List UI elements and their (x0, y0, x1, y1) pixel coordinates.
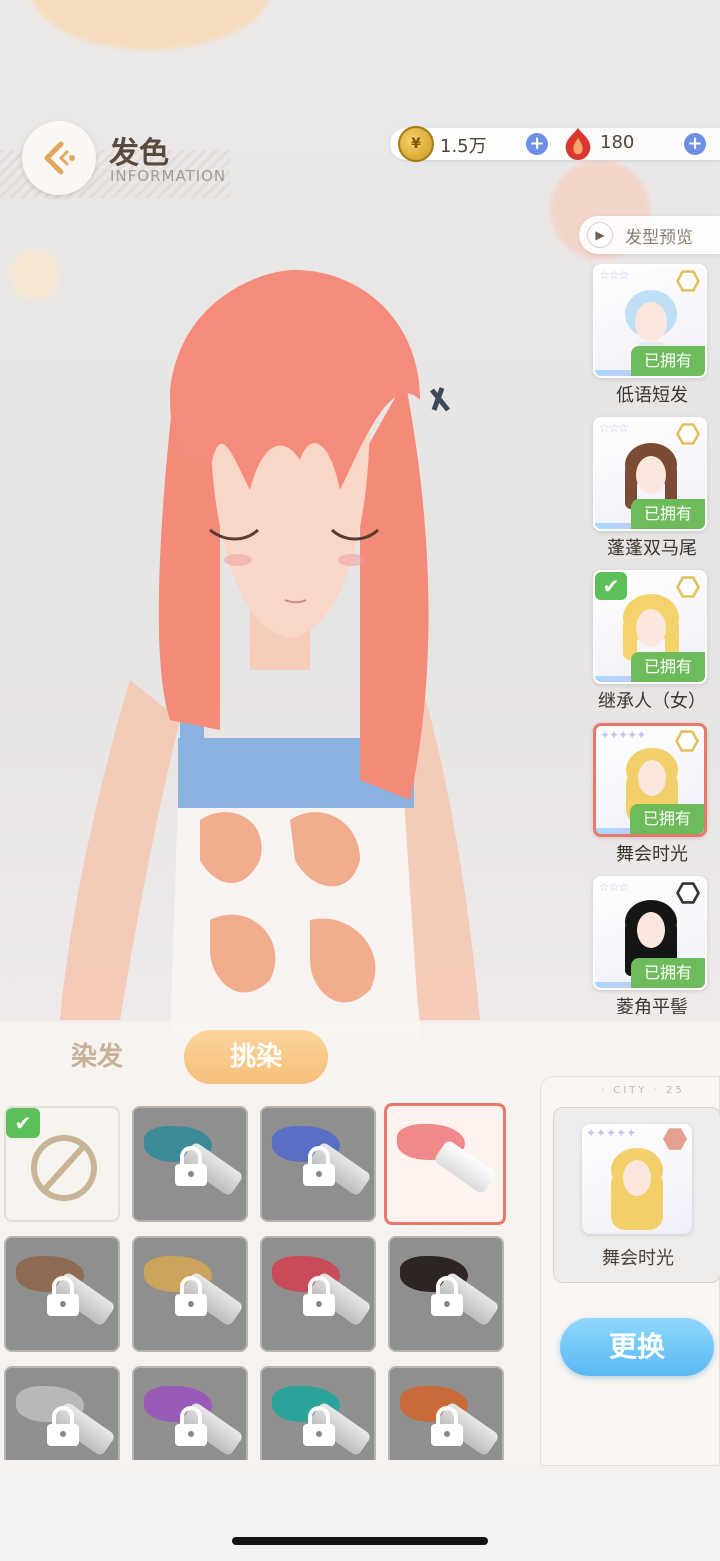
hairstyle-item[interactable]: ☆☆☆ 已拥有 低语短发 (584, 264, 720, 414)
page-subtitle: INFORMATION (110, 167, 227, 185)
selected-style-panel: · CITY · 25 ✦✦✦✦✦ 舞会时光 (540, 1076, 720, 1466)
rarity-stars-icon: ☆☆☆ (599, 421, 629, 435)
bottom-safe-area (0, 1466, 720, 1561)
character-model (60, 270, 480, 1040)
hairstyle-item[interactable]: ✦✦✦✦✦ 已拥有 舞会时光 (584, 723, 720, 873)
lock-icon (47, 1406, 79, 1446)
gem-amount: 180 (600, 132, 635, 153)
swatch-blue[interactable] (260, 1106, 376, 1222)
add-coins-button[interactable]: + (526, 133, 548, 155)
swatch-orange[interactable] (388, 1366, 504, 1460)
hairstyle-card-selected[interactable]: ✦✦✦✦✦ 已拥有 (593, 723, 707, 837)
lock-icon (47, 1276, 79, 1316)
hairstyle-card[interactable]: ☆☆☆ 已拥有 (593, 264, 707, 378)
currency-bar: ¥ 1.5万 + 180 + (390, 126, 720, 162)
hairstyle-card[interactable]: ✔ 已拥有 (593, 570, 707, 684)
owned-badge: 已拥有 (631, 499, 705, 529)
swatch-cyan[interactable] (260, 1366, 376, 1460)
selected-style-name: 舞会时光 (602, 1248, 674, 1269)
coin-icon: ¥ (398, 126, 434, 162)
lock-icon (175, 1146, 207, 1186)
play-icon: ▶ (587, 222, 613, 248)
decor-blob (10, 250, 60, 300)
rarity-stars-icon: ✦✦✦✦✦ (586, 1126, 637, 1140)
hairstyle-portrait (611, 1148, 663, 1230)
rarity-stars-icon: ✦✦✦✦✦ (600, 728, 646, 742)
rarity-stars-icon: ☆☆☆ (599, 268, 629, 282)
swatch-dark[interactable] (388, 1236, 504, 1352)
gem-icon (565, 128, 591, 160)
swatch-pink-active[interactable] (384, 1103, 506, 1225)
lock-icon (431, 1276, 463, 1316)
decor-city-text: · CITY · 25 (601, 1085, 685, 1096)
back-button[interactable] (22, 121, 96, 195)
no-color-icon (31, 1135, 97, 1201)
hairstyle-name: 菱角平髻 (616, 997, 688, 1014)
tab-dye[interactable]: 染发 (42, 1030, 152, 1084)
add-gems-button[interactable]: + (684, 133, 706, 155)
lock-icon (431, 1406, 463, 1446)
swatch-brown[interactable] (4, 1236, 120, 1352)
lock-icon (175, 1276, 207, 1316)
lock-icon (303, 1406, 335, 1446)
swatch-purple[interactable] (132, 1366, 248, 1460)
dye-tabs: 染发 挑染 (0, 1022, 540, 1090)
hairstyle-preview-label: 发型预览 (625, 227, 693, 248)
change-button[interactable]: 更换 (560, 1318, 714, 1376)
hairstyle-name: 继承人（女） (598, 691, 706, 712)
lock-icon (303, 1146, 335, 1186)
rarity-stars-icon: ☆☆☆ (599, 880, 629, 894)
swatch-teal[interactable] (132, 1106, 248, 1222)
hairstyle-card[interactable]: ☆☆☆ 已拥有 (593, 417, 707, 531)
owned-badge: 已拥有 (630, 804, 704, 834)
hairstyle-item[interactable]: ✔ 已拥有 继承人（女） (584, 570, 720, 720)
hairstyle-name: 蓬蓬双马尾 (607, 538, 697, 559)
color-swatch-grid: ✔ (0, 1100, 510, 1460)
hairstyle-preview-button[interactable]: ▶ 发型预览 (579, 216, 720, 254)
swatch-none[interactable]: ✔ (4, 1106, 120, 1222)
owned-badge: 已拥有 (631, 652, 705, 682)
selected-style-thumb: ✦✦✦✦✦ (582, 1124, 692, 1234)
decor-blob (30, 0, 270, 50)
hairstyle-item[interactable]: ☆☆☆ 已拥有 菱角平髻 (584, 876, 720, 1014)
hairstyle-item[interactable]: ☆☆☆ 已拥有 蓬蓬双马尾 (584, 417, 720, 567)
tab-highlight[interactable]: 挑染 (184, 1030, 328, 1084)
selected-style-card: ✦✦✦✦✦ 舞会时光 (553, 1107, 720, 1283)
home-indicator[interactable] (232, 1537, 488, 1545)
lock-icon (303, 1276, 335, 1316)
owned-badge: 已拥有 (631, 346, 705, 376)
hairstyle-name: 舞会时光 (616, 844, 688, 865)
hairstyle-card[interactable]: ☆☆☆ 已拥有 (593, 876, 707, 990)
lock-icon (175, 1406, 207, 1446)
coin-amount: 1.5万 (440, 136, 487, 157)
swatch-red[interactable] (260, 1236, 376, 1352)
hairstyle-name: 低语短发 (616, 385, 688, 406)
owned-badge: 已拥有 (631, 958, 705, 988)
swatch-gold[interactable] (132, 1236, 248, 1352)
page-title: 发色 (109, 136, 169, 171)
swatch-silver[interactable] (4, 1366, 120, 1460)
back-arrow-icon (44, 141, 75, 175)
hairstyle-list: ☆☆☆ 已拥有 低语短发 ☆☆☆ 已拥有 蓬蓬双马尾 ✔ 已拥有 继承人（女） … (584, 264, 720, 1014)
paint-tube-icon (432, 1139, 498, 1195)
